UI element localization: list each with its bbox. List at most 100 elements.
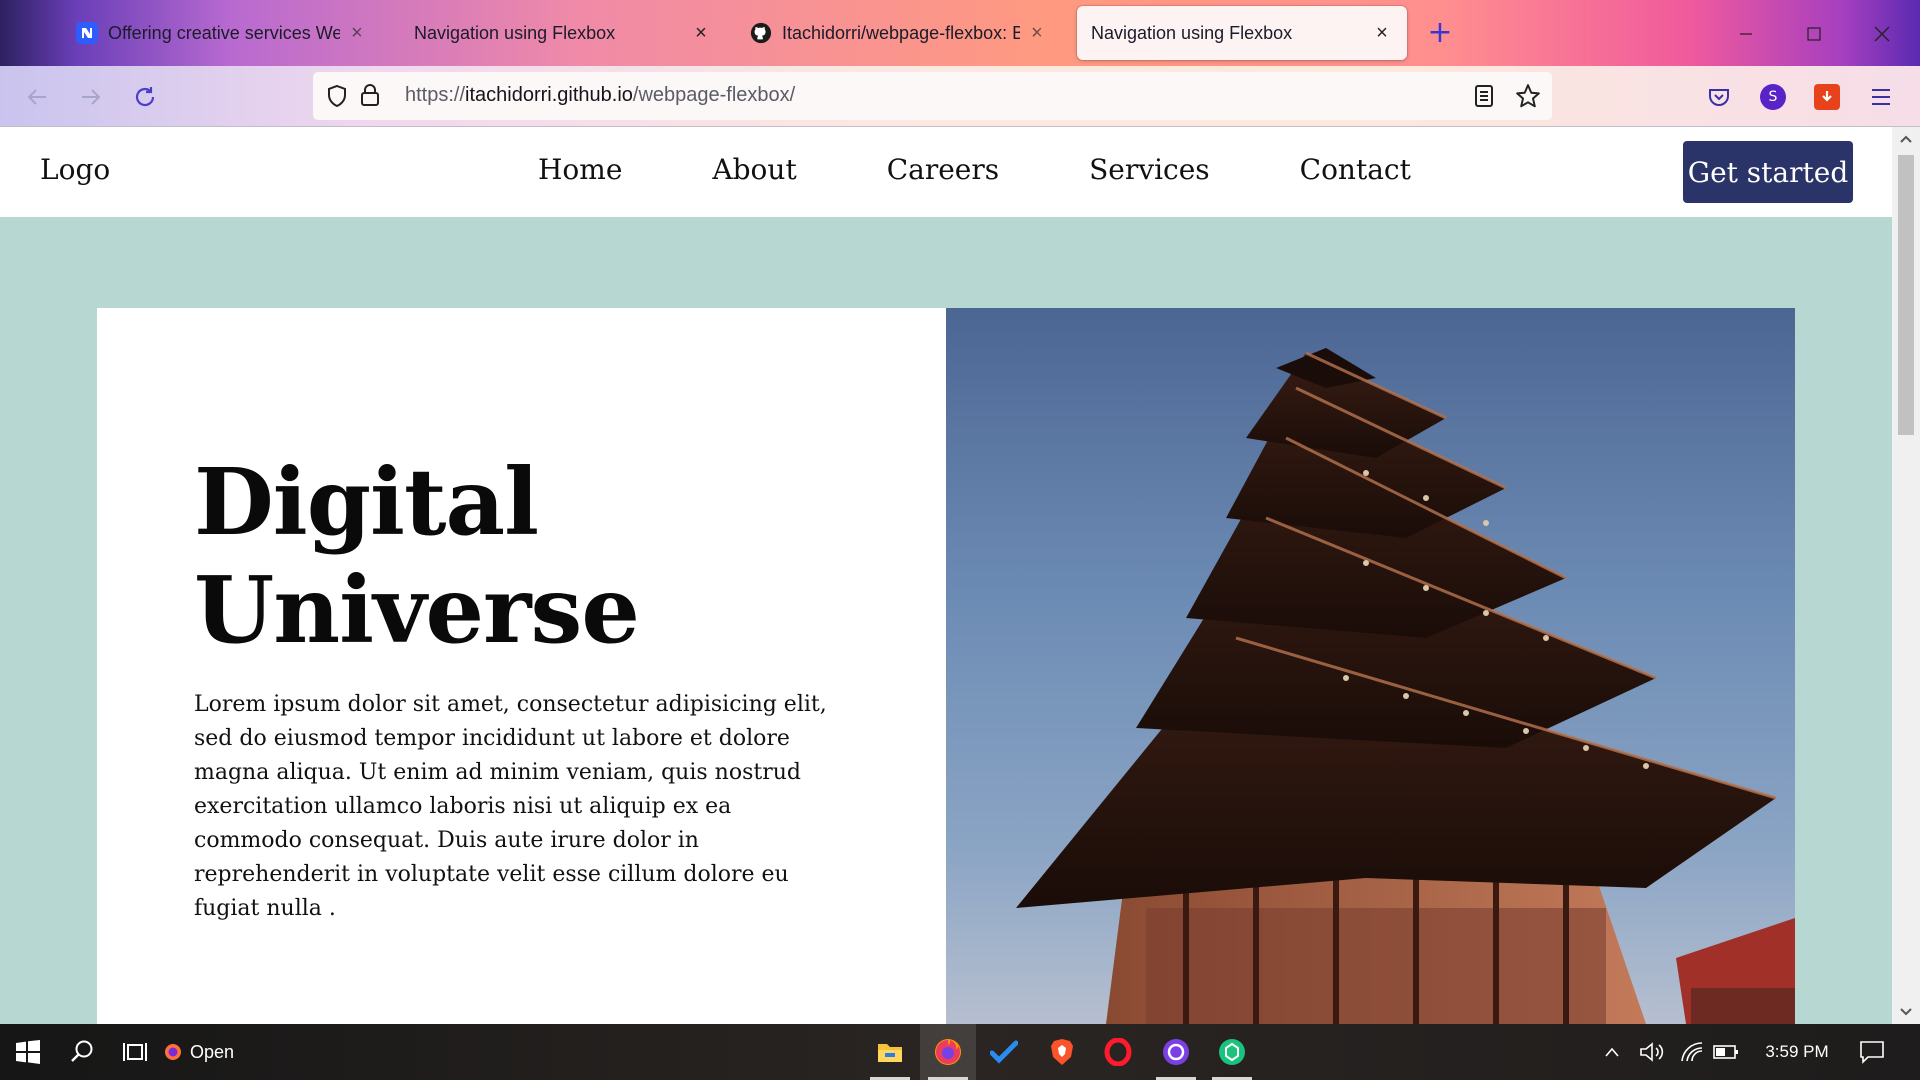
- task-view-button[interactable]: [108, 1024, 164, 1080]
- pagoda-illustration: [1016, 348, 1795, 1024]
- time-label: 3:59 PM: [1765, 1042, 1829, 1061]
- back-button[interactable]: [20, 80, 54, 114]
- site-nav: Home About Careers Services Contact: [538, 153, 1411, 186]
- nav-contact[interactable]: Contact: [1300, 153, 1411, 186]
- get-started-button[interactable]: Get started: [1683, 141, 1853, 203]
- pocket-button[interactable]: [1702, 80, 1736, 114]
- shield-icon[interactable]: [325, 84, 349, 112]
- taskbar-todo[interactable]: [976, 1024, 1032, 1080]
- nav-careers[interactable]: Careers: [887, 153, 999, 186]
- url-domain: itachidorri.github.io: [465, 84, 633, 106]
- search-button[interactable]: [54, 1024, 110, 1080]
- tab-offering-creative[interactable]: Offering creative services Websi ×: [62, 6, 382, 60]
- hamburger-icon: [1872, 89, 1890, 105]
- tab-title: Navigation using Flexbox: [1091, 22, 1293, 43]
- chatgpt-icon: [1219, 1039, 1245, 1065]
- url-prefix: https://: [405, 84, 466, 106]
- window-close-button[interactable]: [1862, 14, 1902, 54]
- reload-icon: [135, 87, 155, 107]
- menu-button[interactable]: [1864, 80, 1898, 114]
- hero-title-line2: Universe: [194, 556, 640, 664]
- page-scrollbar[interactable]: [1892, 127, 1920, 1024]
- n-app-icon: [76, 22, 98, 44]
- url-text[interactable]: https://itachidorri.github.io/webpage-fl…: [405, 84, 795, 107]
- opera-icon: [1104, 1038, 1132, 1066]
- profile-button[interactable]: S: [1756, 80, 1790, 114]
- start-button[interactable]: [0, 1024, 56, 1080]
- nav-services[interactable]: Services: [1089, 153, 1210, 186]
- file-explorer-icon: [878, 1044, 902, 1062]
- pagoda-photo: [946, 308, 1795, 1024]
- tab-title: Navigation using Flexbox: [414, 22, 616, 43]
- avatar: S: [1760, 84, 1786, 110]
- pocket-icon: [1709, 89, 1729, 106]
- tab-navigation-flexbox-active[interactable]: Navigation using Flexbox ×: [1077, 6, 1407, 60]
- search-icon: [71, 1040, 93, 1062]
- github-icon: [750, 22, 772, 44]
- nav-about[interactable]: About: [712, 153, 796, 186]
- brave-icon: [1051, 1039, 1073, 1065]
- github-desktop-icon: [1163, 1039, 1189, 1065]
- taskbar-open-item[interactable]: Open: [164, 1024, 234, 1080]
- close-icon[interactable]: ×: [346, 22, 368, 45]
- new-tab-button[interactable]: +: [1424, 18, 1456, 50]
- notification-icon: [1860, 1041, 1884, 1064]
- lock-icon[interactable]: [359, 83, 381, 111]
- downloads-button[interactable]: [1810, 80, 1844, 114]
- taskbar-opera[interactable]: [1090, 1024, 1146, 1080]
- forward-button[interactable]: [74, 80, 108, 114]
- volume-button[interactable]: [1632, 1024, 1672, 1080]
- maximize-button[interactable]: [1794, 14, 1834, 54]
- todo-icon: [990, 1040, 1018, 1064]
- hero-title: Digital Universe: [194, 448, 834, 664]
- close-icon[interactable]: ×: [690, 22, 712, 45]
- url-path: /webpage-flexbox/: [632, 84, 796, 106]
- hero-text: Digital Universe Lorem ipsum dolor sit a…: [194, 448, 834, 926]
- star-icon[interactable]: [1515, 83, 1541, 113]
- nav-home[interactable]: Home: [538, 153, 622, 186]
- clock[interactable]: 3:59 PM: [1752, 1024, 1842, 1080]
- download-icon: [1814, 84, 1840, 110]
- show-hidden-icons-button[interactable]: [1592, 1024, 1632, 1080]
- hero-body: Lorem ipsum dolor sit amet, consectetur …: [194, 692, 827, 921]
- chevron-up-icon[interactable]: [1898, 131, 1914, 147]
- page-viewport: Logo Home About Careers Services Contact…: [0, 127, 1892, 1024]
- taskbar-firefox[interactable]: [920, 1024, 976, 1080]
- close-icon: [1874, 26, 1890, 42]
- tab-navigation-flexbox[interactable]: Navigation using Flexbox ×: [400, 6, 726, 60]
- tab-title: Offering creative services Websi: [108, 22, 340, 43]
- arrow-left-icon: [27, 89, 46, 105]
- maximize-icon: [1807, 27, 1821, 41]
- taskbar-brave[interactable]: [1034, 1024, 1090, 1080]
- tab-github-repo[interactable]: Itachidorri/webpage-flexbox: Bu ×: [736, 6, 1062, 60]
- chevron-up-icon: [1605, 1047, 1619, 1057]
- open-label: Open: [190, 1041, 235, 1062]
- close-icon[interactable]: ×: [1371, 22, 1393, 45]
- minimize-icon: [1740, 33, 1752, 35]
- browser-toolbar: https://itachidorri.github.io/webpage-fl…: [0, 66, 1920, 126]
- tab-strip: Offering creative services Websi × Navig…: [0, 0, 1920, 66]
- reader-view-icon[interactable]: [1473, 84, 1495, 112]
- site-logo[interactable]: Logo: [40, 153, 110, 186]
- taskbar-file-explorer[interactable]: [862, 1024, 918, 1080]
- battery-button[interactable]: [1706, 1024, 1746, 1080]
- windows-icon: [16, 1040, 40, 1064]
- taskbar: Open 3:59 PM: [0, 1024, 1920, 1080]
- scroll-thumb[interactable]: [1898, 155, 1914, 435]
- chevron-down-icon[interactable]: [1898, 1004, 1914, 1020]
- reload-button[interactable]: [128, 80, 162, 114]
- firefox-small-icon: [165, 1044, 181, 1060]
- taskbar-github-desktop[interactable]: [1148, 1024, 1204, 1080]
- taskbar-chatgpt[interactable]: [1204, 1024, 1260, 1080]
- hero-section: Digital Universe Lorem ipsum dolor sit a…: [97, 308, 1795, 1024]
- url-bar[interactable]: https://itachidorri.github.io/webpage-fl…: [313, 72, 1552, 120]
- battery-icon: [1713, 1045, 1738, 1059]
- tab-title: Itachidorri/webpage-flexbox: Bu: [782, 22, 1020, 43]
- site-header: Logo Home About Careers Services Contact…: [0, 127, 1892, 217]
- notifications-button[interactable]: [1842, 1024, 1902, 1080]
- close-icon[interactable]: ×: [1026, 22, 1048, 45]
- task-view-icon: [123, 1043, 147, 1061]
- minimize-button[interactable]: [1726, 14, 1766, 54]
- firefox-icon: [935, 1039, 961, 1065]
- speaker-icon: [1640, 1042, 1664, 1062]
